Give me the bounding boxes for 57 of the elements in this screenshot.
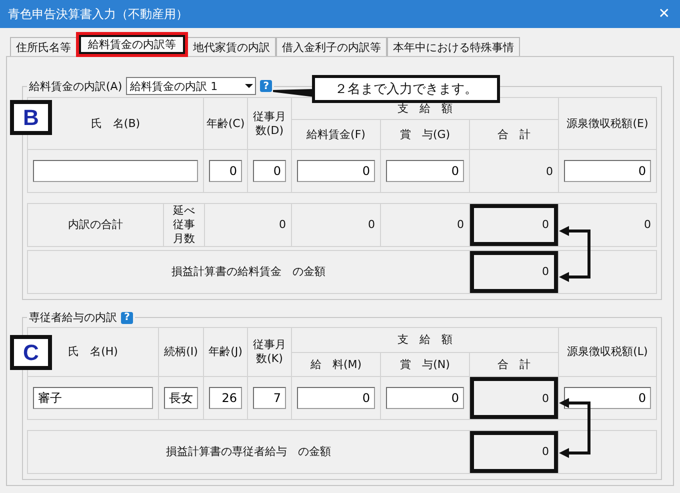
tab[interactable]: 地代家賃の内訳 [187,37,276,56]
column-header: 年齢(C) [204,98,247,149]
group-title: 給料賃金の内訳(A) [29,78,122,94]
input-field[interactable]: 0 [386,160,464,182]
column-header: 従事月数(K) [248,328,291,376]
input-field[interactable]: 0 [253,160,286,182]
input-field[interactable]: 26 [209,387,242,409]
callout: ２名まで入力できます。 [312,75,500,103]
table-cell: 0 [470,150,558,192]
column-header: 給料賃金(F) [292,120,380,149]
input-field[interactable]: 長女 [164,387,198,409]
arrow-drawing [559,398,593,458]
column-group-header: 支 給 額 [292,328,558,352]
tab[interactable]: 借入金利子の内訳等 [276,37,387,56]
section-marker: C [10,335,52,370]
summary-sublabel: 延べ従事月数 [164,204,204,246]
window-title: 青色申告決算書入力（不動産用） [8,6,188,22]
column-header: 従事月数(D) [248,98,291,149]
close-button[interactable]: ✕ [658,6,670,22]
summary-value: 0 [381,204,469,246]
input-field[interactable]: 0 [386,387,464,409]
input-field[interactable]: 0 [564,387,651,409]
input-field[interactable]: 0 [564,160,651,182]
summary-label: 損益計算書の給料賃金 の金額 [28,251,469,293]
column-header: 賞 与(N) [381,353,469,376]
tab[interactable]: 本年中における特殊事情 [387,37,520,56]
input-field[interactable]: 0 [297,387,375,409]
summary-value: 0 [470,204,558,246]
column-header: 続柄(I) [159,328,203,376]
input-field[interactable] [33,160,198,182]
table-cell: 0 [470,377,558,419]
summary-value: 0 [470,431,558,473]
input-field[interactable]: 審子 [33,387,153,409]
column-header: 年齢(J) [204,328,247,376]
summary-value: 0 [559,204,656,246]
input-field[interactable]: 0 [209,160,242,182]
column-header: 源泉徴収税額(L) [559,328,656,376]
tab[interactable]: 住所氏名等 [10,37,77,56]
arrow-drawing [559,226,593,282]
summary-label: 内訳の合計 [28,204,163,246]
input-field[interactable]: 0 [297,160,375,182]
summary-value: 0 [205,204,291,246]
input-field[interactable]: 7 [253,387,286,409]
help-icon[interactable]: ? [260,80,272,92]
section-marker: B [10,100,52,135]
summary-label: 損益計算書の専従者給与 の金額 [28,431,469,473]
summary-value: 0 [292,204,380,246]
column-header: 合 計 [470,120,558,149]
tab[interactable]: 給料賃金の内訳等 [77,33,187,56]
help-icon[interactable]: ? [121,312,133,324]
column-header: 給 料(M) [292,353,380,376]
column-header: 源泉徴収税額(E) [559,98,656,149]
group-title: 専従者給与の内訳 [29,310,117,325]
dropdown[interactable]: 給料賃金の内訳 1 [126,77,256,95]
column-header: 合 計 [470,353,558,376]
summary-value: 0 [470,251,558,293]
column-header: 賞 与(G) [381,120,469,149]
